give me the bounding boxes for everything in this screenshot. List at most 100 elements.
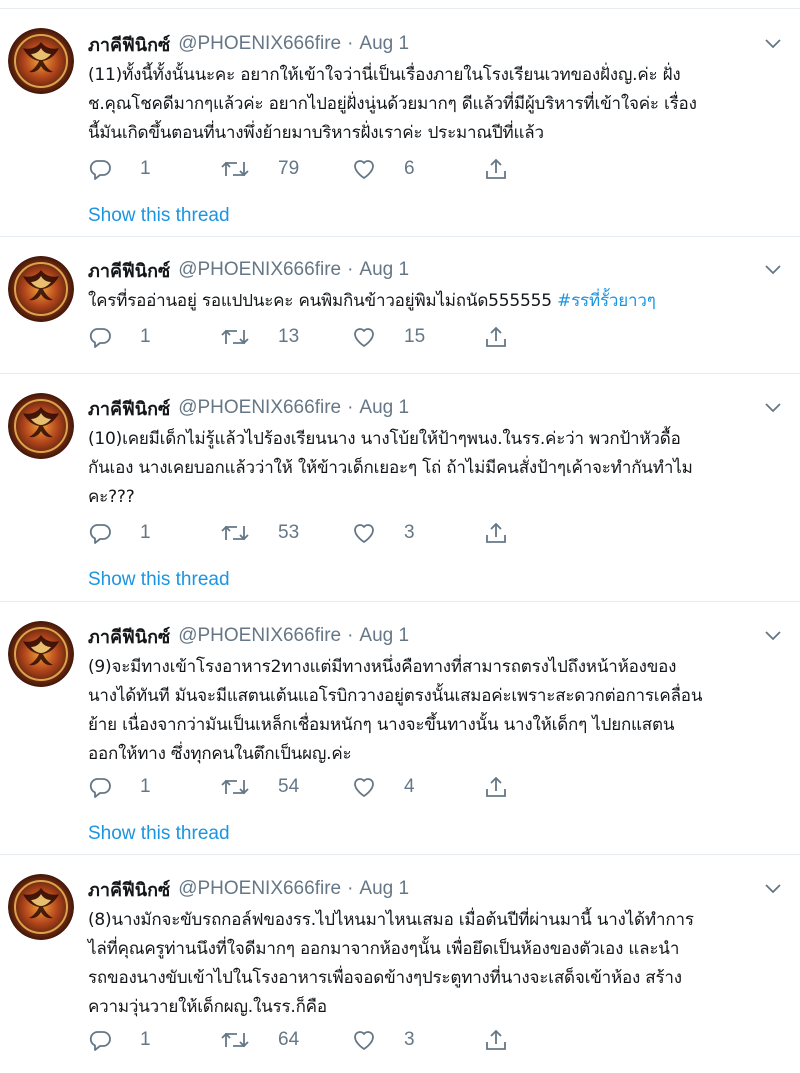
tweet-date[interactable]: Aug 1: [359, 259, 409, 281]
reply-count: 1: [140, 776, 151, 797]
tweet-text-line: นางได้ทันที มันจะมีแสตนเต้นแอโรบิกวางอยู…: [88, 686, 703, 706]
tweet-text: (11)ทั้งนี้ทั้งนั้นนะคะ อยากให้เข้าใจว่า…: [88, 61, 786, 148]
chevron-down-icon[interactable]: [764, 37, 782, 51]
retweet-icon: [220, 157, 264, 181]
tweet-date[interactable]: Aug 1: [359, 397, 409, 419]
avatar[interactable]: [8, 621, 74, 687]
tweet-header: ภาคีฟีนิกซ์ @PHOENIX666fire · Aug 1: [88, 257, 786, 283]
user-handle[interactable]: @PHOENIX666fire: [178, 397, 341, 419]
share-button[interactable]: [484, 521, 524, 545]
show-thread-link[interactable]: Show this thread: [88, 205, 230, 227]
chevron-down-icon[interactable]: [764, 401, 782, 415]
tweet-text-line: นี้มันเกิดขึ้นตอนที่นางพึ่งย้ายมาบริหารฝ…: [88, 123, 544, 143]
reply-button[interactable]: 1: [88, 521, 220, 545]
like-button[interactable]: 4: [352, 775, 484, 799]
like-count: 3: [404, 1029, 415, 1050]
avatar[interactable]: [8, 393, 74, 459]
retweet-button[interactable]: 54: [220, 775, 352, 799]
share-button[interactable]: [484, 157, 524, 181]
retweet-button[interactable]: 53: [220, 521, 352, 545]
show-thread-link[interactable]: Show this thread: [88, 569, 230, 591]
tweet-text-line: ออกให้ทาง ซึ่งทุกคนในตึกเป็นผญ.ค่ะ: [88, 744, 352, 764]
tweet[interactable]: ภาคีฟีนิกซ์ @PHOENIX666fire · Aug 1 (8)น…: [0, 855, 800, 1073]
tweet-actions: 1 79 6: [88, 154, 524, 184]
retweet-button[interactable]: 64: [220, 1028, 352, 1052]
display-name[interactable]: ภาคีฟีนิกซ์: [88, 622, 170, 651]
tweet-header: ภาคีฟีนิกซ์ @PHOENIX666fire · Aug 1: [88, 31, 786, 57]
tweet[interactable]: ภาคีฟีนิกซ์ @PHOENIX666fire · Aug 1 ใครท…: [0, 237, 800, 374]
tweet[interactable]: ภาคีฟีนิกซ์ @PHOENIX666fire · Aug 1 (9)จ…: [0, 602, 800, 855]
like-count: 15: [404, 326, 426, 347]
retweet-button[interactable]: 13: [220, 325, 352, 349]
like-button[interactable]: 15: [352, 325, 484, 349]
reply-button[interactable]: 1: [88, 157, 220, 181]
tweet-text: (8)นางมักจะขับรถกอล์ฟของรร.ไปไหนมาไหนเสม…: [88, 906, 786, 1022]
tweet-header: ภาคีฟีนิกซ์ @PHOENIX666fire · Aug 1: [88, 876, 786, 902]
retweet-count: 13: [278, 326, 300, 347]
share-icon: [484, 775, 522, 799]
like-button[interactable]: 6: [352, 157, 484, 181]
avatar[interactable]: [8, 28, 74, 94]
share-button[interactable]: [484, 775, 524, 799]
reply-button[interactable]: 1: [88, 1028, 220, 1052]
tweet-text-line: ไล่ที่คุณครูท่านนึงที่ใจดีมากๆ ออกมาจากห…: [88, 939, 680, 959]
avatar[interactable]: [8, 256, 74, 322]
chevron-down-icon[interactable]: [764, 629, 782, 643]
display-name[interactable]: ภาคีฟีนิกซ์: [88, 875, 170, 904]
tweet-text-line: คะ???: [88, 487, 135, 507]
reply-icon: [88, 521, 126, 545]
hashtag-link[interactable]: #รรที่รั้วยาวๆ: [557, 291, 656, 311]
chevron-down-icon[interactable]: [764, 263, 782, 277]
heart-icon: [352, 775, 390, 799]
share-button[interactable]: [484, 325, 524, 349]
share-button[interactable]: [484, 1028, 524, 1052]
reply-count: 1: [140, 326, 151, 347]
tweet-actions: 1 64 3: [88, 1025, 524, 1055]
tweet-text-line: กันเอง นางเคยบอกแล้วว่าให้ ให้ข้าวเด็กเย…: [88, 458, 693, 478]
tweet[interactable]: ภาคีฟีนิกซ์ @PHOENIX666fire · Aug 1 (11)…: [0, 9, 800, 237]
retweet-icon: [220, 325, 264, 349]
like-button[interactable]: 3: [352, 1028, 484, 1052]
display-name[interactable]: ภาคีฟีนิกซ์: [88, 394, 170, 423]
tweet-date[interactable]: Aug 1: [359, 878, 409, 900]
tweet-header: ภาคีฟีนิกซ์ @PHOENIX666fire · Aug 1: [88, 623, 786, 649]
separator: ·: [347, 625, 354, 646]
share-icon: [484, 157, 522, 181]
reply-icon: [88, 775, 126, 799]
retweet-count: 54: [278, 776, 300, 797]
share-icon: [484, 325, 522, 349]
reply-button[interactable]: 1: [88, 775, 220, 799]
tweet-text-line: (9)จะมีทางเข้าโรงอาหาร2ทางแต่มีทางหนึ่งค…: [88, 657, 677, 677]
retweet-icon: [220, 1028, 264, 1052]
like-button[interactable]: 3: [352, 521, 484, 545]
user-handle[interactable]: @PHOENIX666fire: [178, 33, 341, 55]
tweet-date[interactable]: Aug 1: [359, 33, 409, 55]
tweet-actions: 1 54 4: [88, 772, 524, 802]
separator: ·: [347, 878, 354, 899]
like-count: 3: [404, 522, 415, 543]
user-handle[interactable]: @PHOENIX666fire: [178, 625, 341, 647]
reply-icon: [88, 157, 126, 181]
tweet-text-line: ใครที่รออ่านอยู่ รอแปปนะคะ คนพิมกินข้าวอ…: [88, 287, 786, 316]
display-name[interactable]: ภาคีฟีนิกซ์: [88, 256, 170, 285]
separator: ·: [347, 397, 354, 418]
tweet-text: ใครที่รออ่านอยู่ รอแปปนะคะ คนพิมกินข้าวอ…: [88, 287, 786, 316]
reply-button[interactable]: 1: [88, 325, 220, 349]
heart-icon: [352, 325, 390, 349]
chevron-down-icon[interactable]: [764, 882, 782, 896]
display-name[interactable]: ภาคีฟีนิกซ์: [88, 30, 170, 59]
tweet-text-line: (10)เคยมีเด็กไม่รู้แล้วไปร้องเรียนนาง นา…: [88, 429, 681, 449]
tweet-actions: 1 13 15: [88, 322, 524, 352]
tweet-text: (10)เคยมีเด็กไม่รู้แล้วไปร้องเรียนนาง นา…: [88, 425, 786, 512]
tweet[interactable]: ภาคีฟีนิกซ์ @PHOENIX666fire · Aug 1 (10)…: [0, 374, 800, 602]
separator: ·: [347, 33, 354, 54]
show-thread-link[interactable]: Show this thread: [88, 823, 230, 845]
user-handle[interactable]: @PHOENIX666fire: [178, 259, 341, 281]
avatar[interactable]: [8, 874, 74, 940]
tweet-date[interactable]: Aug 1: [359, 625, 409, 647]
retweet-button[interactable]: 79: [220, 157, 352, 181]
heart-icon: [352, 157, 390, 181]
tweet-text: (9)จะมีทางเข้าโรงอาหาร2ทางแต่มีทางหนึ่งค…: [88, 653, 786, 769]
user-handle[interactable]: @PHOENIX666fire: [178, 878, 341, 900]
tweet-text-line: ความวุ่นวายให้เด็กผญ.ในรร.ก็คือ: [88, 997, 327, 1017]
